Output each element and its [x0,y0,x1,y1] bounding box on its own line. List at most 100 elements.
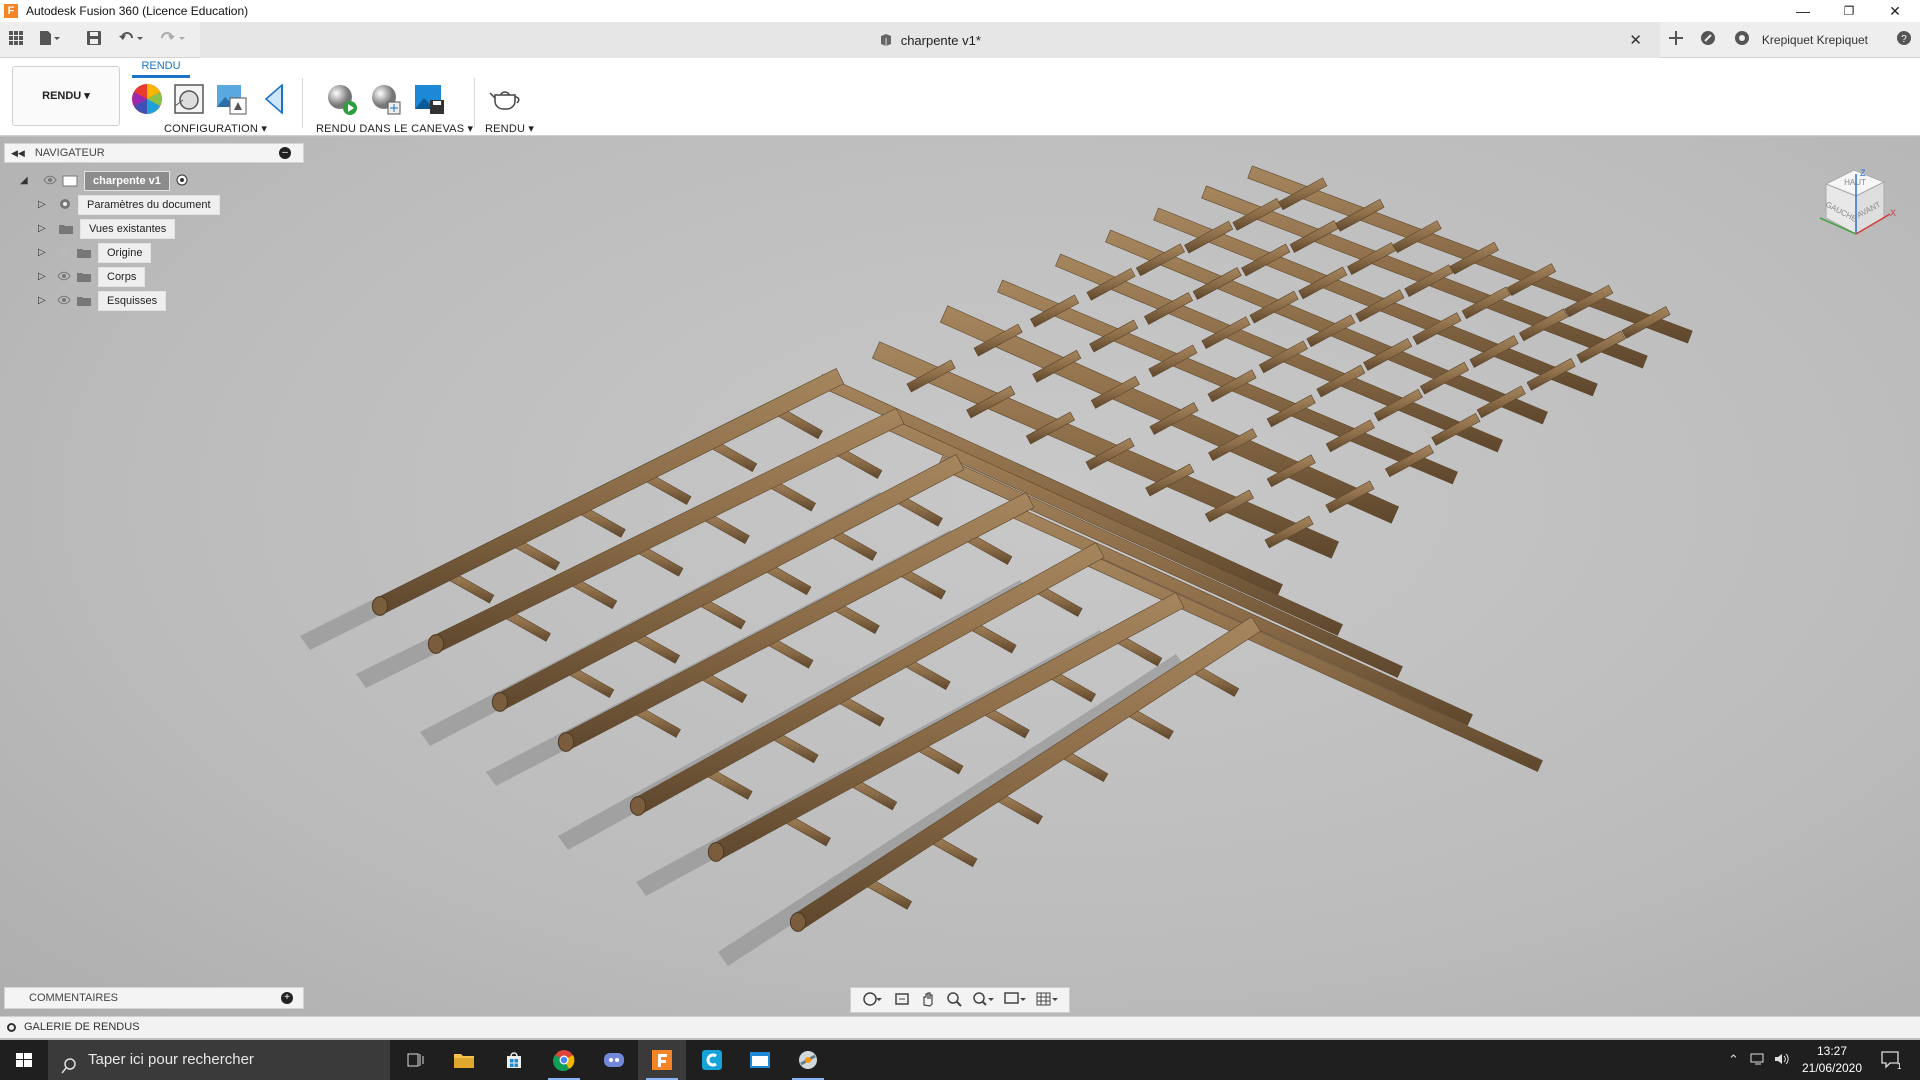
folder-icon [76,295,94,307]
undo-icon[interactable] [118,30,143,50]
render-settings-icon[interactable] [368,82,402,116]
job-status-icon[interactable] [1732,30,1752,50]
orbit-icon[interactable] [862,991,884,1010]
tree-item-parametres[interactable]: ▷ Paramètres du document [38,195,220,215]
view-cube[interactable]: HAUT GAUCHE AVANT Z X [1810,160,1900,250]
render-teapot-icon[interactable] [488,82,522,116]
navigator-panel: ◀◀ NAVIGATEUR – [4,143,304,163]
redo-icon[interactable] [160,30,185,50]
navigator-header[interactable]: ◀◀ NAVIGATEUR – [4,143,304,163]
visibility-eye-icon[interactable] [42,175,58,187]
tree-item-label[interactable]: Esquisses [98,291,167,311]
save-icon[interactable] [84,30,104,50]
gallery-label: GALERIE DE RENDUS [24,1021,140,1033]
clock-time: 13:27 [1816,1044,1848,1058]
taskbar-clock[interactable]: 13:27 21/06/2020 [1792,1043,1872,1077]
gallery-toggle-icon[interactable] [7,1023,16,1032]
minimize-button[interactable]: — [1780,0,1826,22]
expand-triangle-icon[interactable]: ▷ [38,199,50,211]
clock-date: 21/06/2020 [1801,1061,1863,1075]
axis-x-label: X [1890,208,1896,218]
expand-triangle-icon[interactable]: ▷ [38,247,50,259]
workspace-selector[interactable]: RENDU ▾ [12,66,120,126]
new-tab-plus-icon[interactable] [1664,30,1688,50]
close-window-button[interactable]: ✕ [1872,0,1918,22]
game-app-icon[interactable] [784,1040,832,1080]
tree-item-label[interactable]: Corps [98,267,146,287]
taskbar-search-box[interactable]: Taper ici pour rechercher [48,1040,390,1080]
file-explorer-icon[interactable] [440,1040,488,1080]
window-app-icon[interactable] [736,1040,784,1080]
task-view-icon[interactable] [392,1040,440,1080]
restore-button[interactable]: ❐ [1826,0,1872,22]
configuration-group-label[interactable]: CONFIGURATION ▾ [164,122,267,135]
chrome-icon[interactable] [540,1040,588,1080]
in-canvas-render-icon[interactable] [324,82,358,116]
fit-zoom-icon[interactable] [972,991,994,1010]
rendu-canevas-group-label[interactable]: RENDU DANS LE CANEVAS ▾ [316,122,473,135]
texture-map-icon[interactable] [214,82,248,116]
expand-triangle-icon[interactable]: ▷ [38,295,50,307]
add-comment-icon[interactable]: + [281,992,293,1004]
tree-item-corps[interactable]: ▷ Corps [38,267,146,287]
ribbon-toolbar: RENDU ▾ RENDU CONFIGURATION ▾ RENDU DANS… [0,58,1920,136]
file-menu-icon[interactable] [38,30,60,50]
beam-end-cap [557,732,575,752]
network-icon[interactable] [1750,1052,1766,1069]
rendu-group-label[interactable]: RENDU ▾ [485,122,534,135]
decal-icon[interactable] [258,82,292,116]
user-account-name[interactable]: Krepiquet Krepiquet [1762,33,1868,47]
document-tab[interactable]: charpente v1* ✕ [200,22,1660,58]
expand-triangle-icon[interactable]: ▷ [38,271,50,283]
window-title: Autodesk Fusion 360 (Licence Education) [26,4,249,18]
zoom-icon[interactable] [946,991,962,1010]
expand-triangle-icon[interactable]: ▷ [38,223,50,235]
ccleaner-icon[interactable] [688,1040,736,1080]
tree-item-label[interactable]: Vues existantes [80,219,176,239]
tree-item-label[interactable]: Paramètres du document [78,195,220,215]
render-gallery-bar[interactable]: GALERIE DE RENDUS [0,1016,1920,1038]
scene-settings-icon[interactable] [172,82,206,116]
help-icon[interactable]: ? [1894,30,1914,50]
windows-taskbar: Taper ici pour rechercher ⌃ 13:27 21/06/… [0,1040,1920,1080]
volume-icon[interactable] [1774,1052,1790,1069]
comments-panel[interactable]: COMMENTAIRES + [4,987,304,1009]
document-tab-close-button[interactable]: ✕ [1629,31,1642,49]
windows-start-icon[interactable] [0,1040,48,1080]
collapse-chevron-icon[interactable]: ◀◀ [11,148,25,159]
visibility-eye-icon[interactable] [56,271,72,283]
look-at-icon[interactable] [894,991,910,1010]
fusion-360-taskbar-icon[interactable] [638,1040,686,1080]
data-panel-grid-icon[interactable] [6,30,26,50]
beam-end-cap [371,596,389,616]
tree-root-row[interactable]: ◢ charpente v1 [20,171,188,191]
notifications-icon[interactable]: 1 [1880,1050,1902,1073]
visibility-eye-hidden-icon[interactable] [56,247,72,259]
pan-hand-icon[interactable] [920,991,936,1010]
beam-end-cap [789,912,807,932]
folder-icon [76,247,94,259]
extensions-icon[interactable] [1698,30,1718,50]
folder-icon [76,271,94,283]
capture-image-icon[interactable] [412,82,446,116]
tree-item-origine[interactable]: ▷ Origine [38,243,152,263]
tree-item-esquisses[interactable]: ▷ Esquisses [38,291,167,311]
component-icon [62,175,80,187]
tree-root-label[interactable]: charpente v1 [84,171,170,191]
navigator-minimize-icon[interactable]: – [279,147,291,159]
tree-item-label[interactable]: Origine [98,243,152,263]
store-icon[interactable] [490,1040,538,1080]
discord-icon[interactable] [590,1040,638,1080]
folder-icon [58,223,76,235]
tab-rendu[interactable]: RENDU [132,60,190,78]
appearance-color-wheel-icon[interactable] [130,82,164,116]
visibility-eye-icon[interactable] [56,295,72,307]
viewcube-top-label[interactable]: HAUT [1844,178,1866,187]
canvas-viewport[interactable] [0,137,1920,1038]
display-settings-icon[interactable] [1004,991,1026,1010]
tray-chevron-up-icon[interactable]: ⌃ [1728,1052,1739,1068]
collapse-triangle-icon[interactable]: ◢ [20,175,32,187]
activate-radio-icon[interactable] [176,174,188,189]
tree-item-vues[interactable]: ▷ Vues existantes [38,219,176,239]
grid-settings-icon[interactable] [1036,991,1058,1010]
